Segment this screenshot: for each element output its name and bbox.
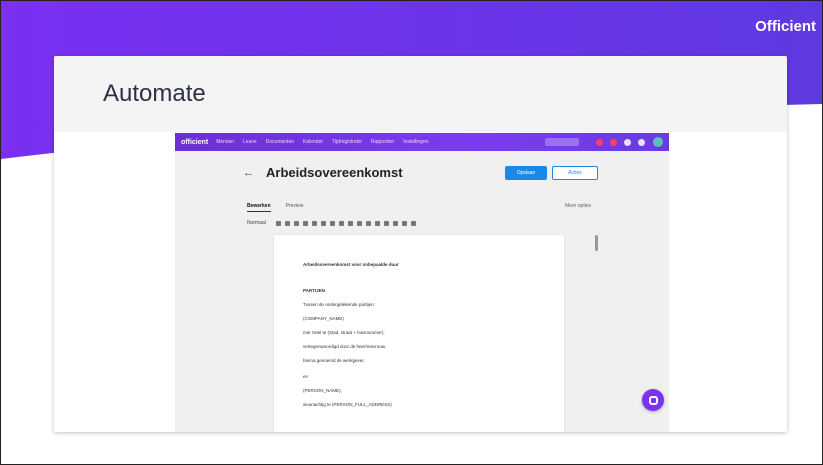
format-select[interactable]: Normaal [247,220,266,226]
document-line: Tussen de ondergetekende partijen: [303,302,375,307]
highlight-icon[interactable] [320,220,326,226]
placeholder-icon[interactable] [410,220,416,226]
align-left-icon[interactable] [329,220,335,226]
italic-icon[interactable] [284,220,290,226]
app-topbar: officient Mensen Leave Documenten Kalend… [175,133,669,151]
document-line: en [303,374,309,379]
nav-item-time[interactable]: Tijdregistratie [332,139,362,145]
document-line: Arbeidsovereenkomst voor onbepaalde duur [303,262,399,267]
document-line: hierna genoemd de werkgever, [303,358,365,363]
table-icon[interactable] [401,220,407,226]
app-screenshot: officient Mensen Leave Documenten Kalend… [175,133,669,432]
slide-frame: Officient Automate officient Mensen Leav… [0,0,823,465]
card-header: Automate [54,56,787,132]
editor-toolbar: Normaal [247,217,599,229]
document-title: Arbeidsovereenkomst [266,165,403,180]
link-icon[interactable] [383,220,389,226]
nav-item-mensen[interactable]: Mensen [216,139,234,145]
document-page[interactable]: Arbeidsovereenkomst voor onbepaalde duur… [274,235,564,432]
document-line: (PERSON_NAME), [303,388,342,393]
back-arrow-icon[interactable]: ← [243,167,254,179]
document-scrollbar[interactable] [595,235,598,251]
help-icon[interactable] [624,138,631,146]
slide-title: Automate [103,80,206,107]
more-options-link[interactable]: Meer opties [565,203,591,209]
numbered-list-icon[interactable] [365,220,371,226]
font-color-icon[interactable] [311,220,317,226]
nav-item-documents[interactable]: Documenten [266,139,294,145]
app-logo[interactable]: officient [181,139,208,146]
document-line: met zetel te (Stad, straat + huisnummer)… [303,330,385,335]
nav-item-calendar[interactable]: Kalender [303,139,323,145]
inbox-icon[interactable] [610,138,617,146]
bold-icon[interactable] [275,220,281,226]
indent-icon[interactable] [374,220,380,226]
underline-icon[interactable] [293,220,299,226]
editor-tabs: Bewerken Preview [247,203,318,212]
align-right-icon[interactable] [347,220,353,226]
tab-preview[interactable]: Preview [286,203,304,212]
content-card: Automate officient Mensen Leave Document… [54,56,787,432]
document-line: woonachtig te (PERSON_FULL_ADDRESS) [303,402,392,407]
nav-item-leave[interactable]: Leave [243,139,257,145]
document-line: PARTIJEN [303,288,325,293]
align-center-icon[interactable] [338,220,344,226]
nav-item-reports[interactable]: Rapporten [371,139,394,145]
document-line: (COMPANY_NAME) [303,316,344,321]
document-header: ← Arbeidsovereenkomst [243,165,403,180]
strikethrough-icon[interactable] [302,220,308,226]
avatar[interactable] [653,137,663,147]
brand-logo: Officient [755,18,816,35]
gear-icon[interactable] [638,138,645,146]
actions-button[interactable]: Acties [552,166,598,180]
nav-item-settings[interactable]: Instellingen [403,139,428,145]
tab-edit[interactable]: Bewerken [247,203,271,212]
notification-icon[interactable] [596,138,603,146]
chat-button[interactable] [642,389,664,411]
chat-icon [648,395,658,405]
search-input[interactable] [545,138,579,146]
bullet-list-icon[interactable] [356,220,362,226]
document-line: vertegenwoordigd door de heer/mevrouw, [303,344,387,349]
image-icon[interactable] [392,220,398,226]
save-button[interactable]: Opslaan [505,166,547,180]
